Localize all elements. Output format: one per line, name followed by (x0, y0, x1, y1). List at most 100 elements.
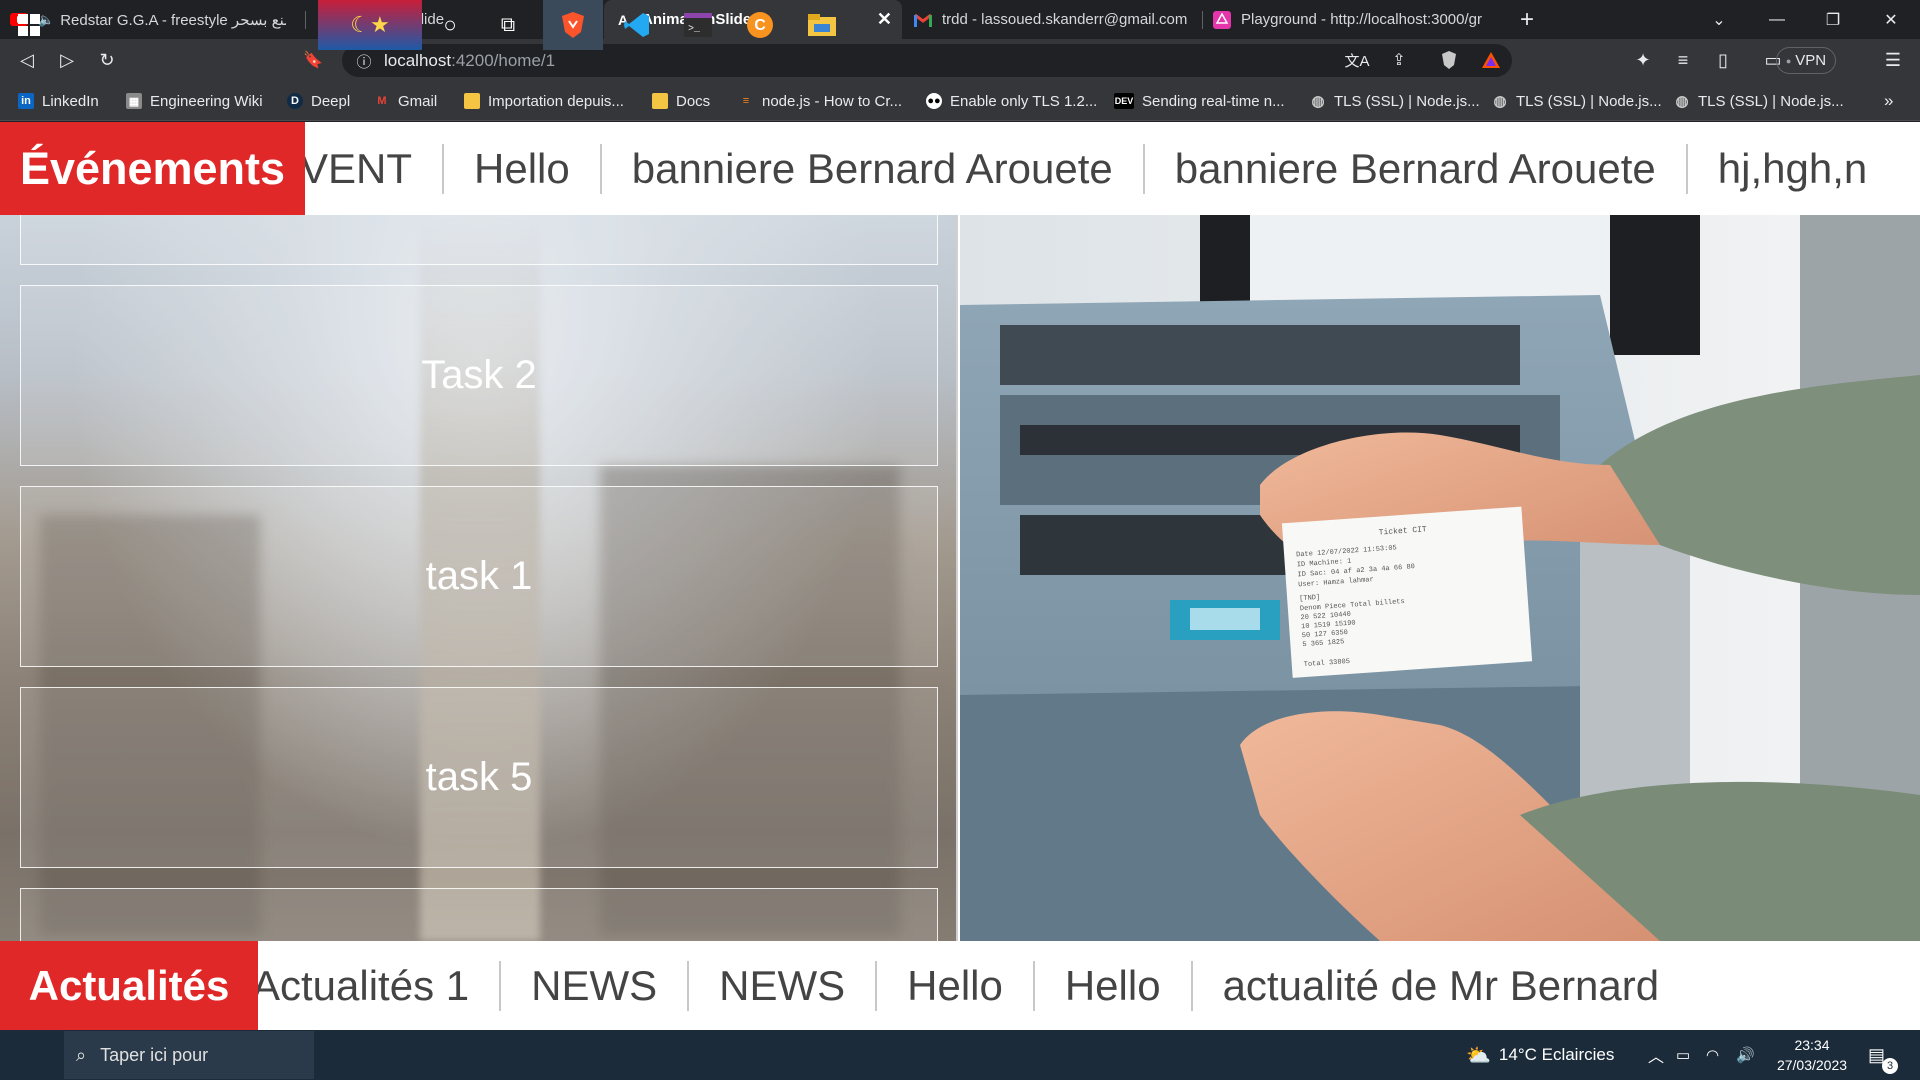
new-tab-button[interactable]: + (1498, 0, 1556, 39)
sidebar-icon[interactable]: ▯ (1708, 45, 1738, 75)
new-tab-label: + (1519, 5, 1534, 33)
bookmark-gmail[interactable]: M Gmail (374, 90, 437, 112)
close-window-icon[interactable]: ✕ (1862, 0, 1920, 39)
bookmark-deepl[interactable]: D Deepl (287, 90, 350, 112)
vscode-taskbar-icon[interactable] (607, 0, 667, 50)
weather-text: 14°C Eclaircies (1498, 1045, 1615, 1064)
bookmark-sending-real-time[interactable]: DEV Sending real-time n... (1114, 90, 1285, 112)
news-item[interactable]: Actualités 1 (222, 960, 502, 1011)
copyright-app-icon[interactable]: C (730, 0, 790, 50)
news-item[interactable]: Hello (877, 960, 1035, 1011)
bookmark-label: Deepl (311, 92, 351, 110)
news-item[interactable]: NEWS (689, 960, 878, 1011)
linkedin-icon: in (18, 93, 34, 109)
task-card-partial-top[interactable] (20, 215, 938, 265)
url-host: localhost (384, 51, 452, 70)
cortana-icon[interactable]: ○ (424, 0, 476, 50)
task-view-icon[interactable]: ⧉ (482, 0, 534, 50)
task-card[interactable]: Task 2 (20, 285, 938, 466)
news-band: Actualités 1 NEWS NEWS Hello Hello actua… (0, 941, 1920, 1030)
restore-icon[interactable]: ❐ (1804, 0, 1862, 39)
tasks-panel: Task 2 task 1 task 5 (0, 215, 958, 941)
bookmark-tls-2[interactable]: ◍ TLS (SSL) | Node.js... (1492, 90, 1662, 112)
event-item[interactable]: banniere Bernard Arouete (1145, 143, 1688, 194)
event-item[interactable]: Hello (444, 143, 602, 194)
share-icon[interactable]: ⇪ (1384, 45, 1414, 75)
search-highlight-icon[interactable]: ☾★ (318, 0, 422, 50)
extensions-icon[interactable]: ✦ (1628, 45, 1658, 75)
notifications-icon[interactable]: ▤ 3 (1868, 1030, 1898, 1080)
bookmarks-overflow-button[interactable]: » (1884, 90, 1893, 112)
news-item[interactable]: NEWS (501, 960, 690, 1011)
clock-time: 23:34 (1794, 1037, 1830, 1053)
news-ticker: Actualités 1 NEWS NEWS Hello Hello actua… (222, 941, 1689, 1030)
playlist-icon[interactable]: ≡ (1668, 45, 1698, 75)
bookmark-label: Engineering Wiki (150, 92, 263, 110)
weather-icon: ⛅ (1466, 1044, 1491, 1067)
search-placeholder: Taper ici pour (100, 1044, 209, 1065)
clock[interactable]: 23:34 27/03/2023 (1766, 1030, 1858, 1080)
vpn-status-icon: ● (1785, 55, 1792, 66)
event-item[interactable]: hj,hgh,n (1688, 144, 1897, 194)
graphql-icon (1213, 10, 1231, 29)
event-item[interactable]: banniere Bernard Arouete (602, 143, 1145, 194)
receipt: Ticket CIT Date 12/07/2022 11:53:05 ID M… (1281, 506, 1533, 678)
search-icon: ⌕ (76, 1044, 87, 1065)
bookmark-enable-tls[interactable]: ●● Enable only TLS 1.2... (926, 90, 1097, 112)
task-title: Task 2 (421, 353, 537, 397)
brave-rewards-icon[interactable] (1476, 45, 1506, 75)
task-card[interactable]: task 5 (20, 687, 938, 868)
menu-icon[interactable]: ☰ (1878, 45, 1908, 75)
tab-gmail[interactable]: trdd - lassoued.skanderr@gmail.com - (904, 0, 1200, 39)
reload-icon[interactable]: ↻ (92, 45, 122, 75)
deepl-icon: D (287, 93, 303, 109)
close-tab-icon[interactable]: ✕ (877, 9, 892, 30)
wifi-icon[interactable]: ◠ (1706, 1030, 1719, 1080)
file-explorer-icon[interactable] (792, 0, 852, 50)
bookmark-linkedin[interactable]: in LinkedIn (18, 90, 99, 112)
stackoverflow-icon: ≡ (742, 95, 750, 107)
gmail-icon (914, 11, 932, 29)
receipt-line: [TND] (1299, 594, 1321, 603)
bookmark-importation[interactable]: Importation depuis... (464, 90, 624, 112)
task-card-partial-bottom[interactable] (20, 888, 938, 941)
medium-icon: ●● (926, 93, 942, 109)
folder-icon (464, 93, 480, 109)
bookmark-label: TLS (SSL) | Node.js... (1516, 92, 1662, 110)
taskbar-search-input[interactable]: ⌕ Taper ici pour (64, 1031, 314, 1079)
site-info-icon[interactable]: ⓘ (349, 46, 379, 76)
bookmark-label: Docs (676, 92, 711, 110)
tray-overflow-icon[interactable]: ︿ (1648, 1030, 1664, 1080)
task-card[interactable]: task 1 (20, 486, 938, 667)
volume-icon[interactable]: 🔊 (1736, 1030, 1755, 1080)
news-label: Actualités (0, 941, 258, 1030)
windows-start-icon[interactable] (0, 0, 58, 50)
moon-stars-icon: ☾★ (350, 12, 390, 37)
news-item[interactable]: Hello (1035, 960, 1193, 1011)
terminal-taskbar-icon[interactable]: >_ (668, 0, 728, 50)
bookmark-nodejs-how-to[interactable]: ≡ node.js - How to Cr... (738, 90, 902, 112)
bookmark-engineering-wiki[interactable]: ▦ Engineering Wiki (126, 90, 263, 112)
svg-text:C: C (754, 17, 766, 34)
url-text[interactable]: localhost:4200/home/1 (384, 51, 555, 71)
news-item[interactable]: actualité de Mr Bernard (1193, 961, 1690, 1011)
task-title: task 5 (425, 755, 533, 799)
translate-icon[interactable]: 文A (1342, 45, 1372, 75)
bookmark-docs[interactable]: Docs (652, 90, 710, 112)
weather-widget[interactable]: ⛅ 14°C Eclaircies (1466, 1030, 1614, 1080)
bookmark-tls-1[interactable]: ◍ TLS (SSL) | Node.js... (1310, 90, 1479, 112)
tab-playground[interactable]: Playground - http://localhost:3000/gr (1203, 0, 1499, 39)
tab-search-icon[interactable]: ⌄ (1690, 0, 1748, 39)
featured-photo: Ticket CIT Date 12/07/2022 11:53:05 ID M… (960, 215, 1920, 941)
battery-icon[interactable]: ▭ (1676, 1030, 1690, 1080)
bookmarks-overflow-label: » (1884, 91, 1894, 110)
bookmark-label: Gmail (398, 92, 438, 110)
folder-icon (652, 93, 668, 109)
brave-shields-icon[interactable] (1434, 45, 1464, 75)
tab-strip: 🔈 Redstar G.G.A - freestyle صنع بسحر A A… (0, 0, 1920, 39)
clock-date: 27/03/2023 (1776, 1057, 1848, 1073)
minimize-icon[interactable]: — (1748, 0, 1806, 39)
vpn-button[interactable]: ● VPN (1776, 47, 1836, 74)
brave-taskbar-icon[interactable] (543, 0, 603, 50)
bookmark-tls-3[interactable]: ◍ TLS (SSL) | Node.js... (1674, 90, 1843, 112)
